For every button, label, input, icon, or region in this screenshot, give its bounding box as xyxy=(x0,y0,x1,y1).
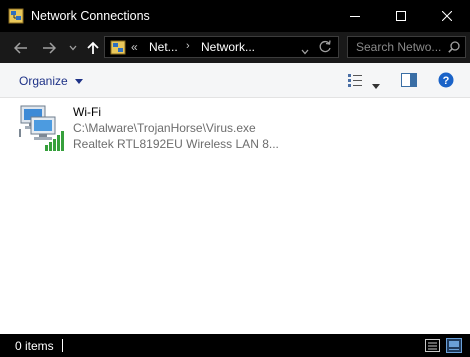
breadcrumb-separator[interactable]: › xyxy=(186,40,190,52)
status-bar: 0 items xyxy=(0,334,470,357)
change-view-icon xyxy=(348,74,362,87)
search-input[interactable]: Search Netwo... xyxy=(347,36,466,58)
forward-button[interactable] xyxy=(38,32,60,63)
minimize-button[interactable] xyxy=(332,0,378,32)
refresh-icon xyxy=(319,40,331,53)
maximize-button[interactable] xyxy=(378,0,424,32)
organize-label: Organize xyxy=(19,74,68,88)
close-icon xyxy=(442,11,452,21)
command-bar: Organize ? xyxy=(0,63,470,98)
preview-pane-button[interactable] xyxy=(401,73,417,90)
back-button[interactable] xyxy=(10,32,32,63)
list-item[interactable]: Wi-Fi C:\Malware\TrojanHorse\Virus.exe R… xyxy=(17,103,279,155)
view-menu-button[interactable] xyxy=(372,78,380,92)
help-icon: ? xyxy=(438,72,454,88)
large-icons-view-button[interactable] xyxy=(446,338,462,356)
window-title: Network Connections xyxy=(31,9,150,23)
item-device: Realtek RTL8192EU Wireless LAN 8... xyxy=(73,137,279,151)
back-arrow-icon xyxy=(14,41,27,54)
recent-locations-button[interactable] xyxy=(66,32,80,63)
change-view-button[interactable] xyxy=(347,73,363,91)
refresh-button[interactable] xyxy=(319,40,332,57)
up-button[interactable] xyxy=(84,32,102,63)
navigation-bar: « Net... › Network... Search Netwo... xyxy=(0,32,470,63)
details-view-icon xyxy=(425,339,440,352)
forward-arrow-icon xyxy=(43,41,56,54)
up-arrow-icon xyxy=(87,41,99,54)
maximize-icon xyxy=(396,11,406,21)
item-count: 0 items xyxy=(15,339,54,353)
large-icons-view-icon xyxy=(446,338,462,353)
organize-button[interactable]: Organize xyxy=(19,74,84,88)
search-icon[interactable] xyxy=(448,41,460,56)
chevron-down-icon xyxy=(69,45,77,50)
title-bar: Network Connections xyxy=(0,0,470,32)
item-detail: C:\Malware\TrojanHorse\Virus.exe xyxy=(73,121,256,135)
chevron-down-icon xyxy=(75,79,84,85)
close-button[interactable] xyxy=(424,0,470,32)
wifi-adapter-icon xyxy=(17,104,67,152)
help-button[interactable]: ? xyxy=(438,72,454,91)
minimize-icon xyxy=(350,16,360,17)
search-placeholder: Search Netwo... xyxy=(356,40,442,54)
chevron-down-icon xyxy=(301,49,309,55)
svg-text:?: ? xyxy=(443,75,450,87)
details-view-button[interactable] xyxy=(425,339,440,355)
address-box[interactable]: « Net... › Network... xyxy=(104,36,339,58)
item-name: Wi-Fi xyxy=(73,105,101,119)
address-history-button[interactable] xyxy=(301,44,309,58)
network-connections-icon xyxy=(110,40,126,55)
breadcrumb-overflow[interactable]: « xyxy=(131,40,138,54)
divider xyxy=(62,339,63,352)
network-connections-icon xyxy=(8,8,24,24)
chevron-down-icon xyxy=(372,84,380,89)
preview-pane-icon xyxy=(401,73,417,87)
breadcrumb-item[interactable]: Network... xyxy=(201,40,255,54)
breadcrumb-item[interactable]: Net... xyxy=(149,40,178,54)
file-list: Wi-Fi C:\Malware\TrojanHorse\Virus.exe R… xyxy=(0,98,470,334)
